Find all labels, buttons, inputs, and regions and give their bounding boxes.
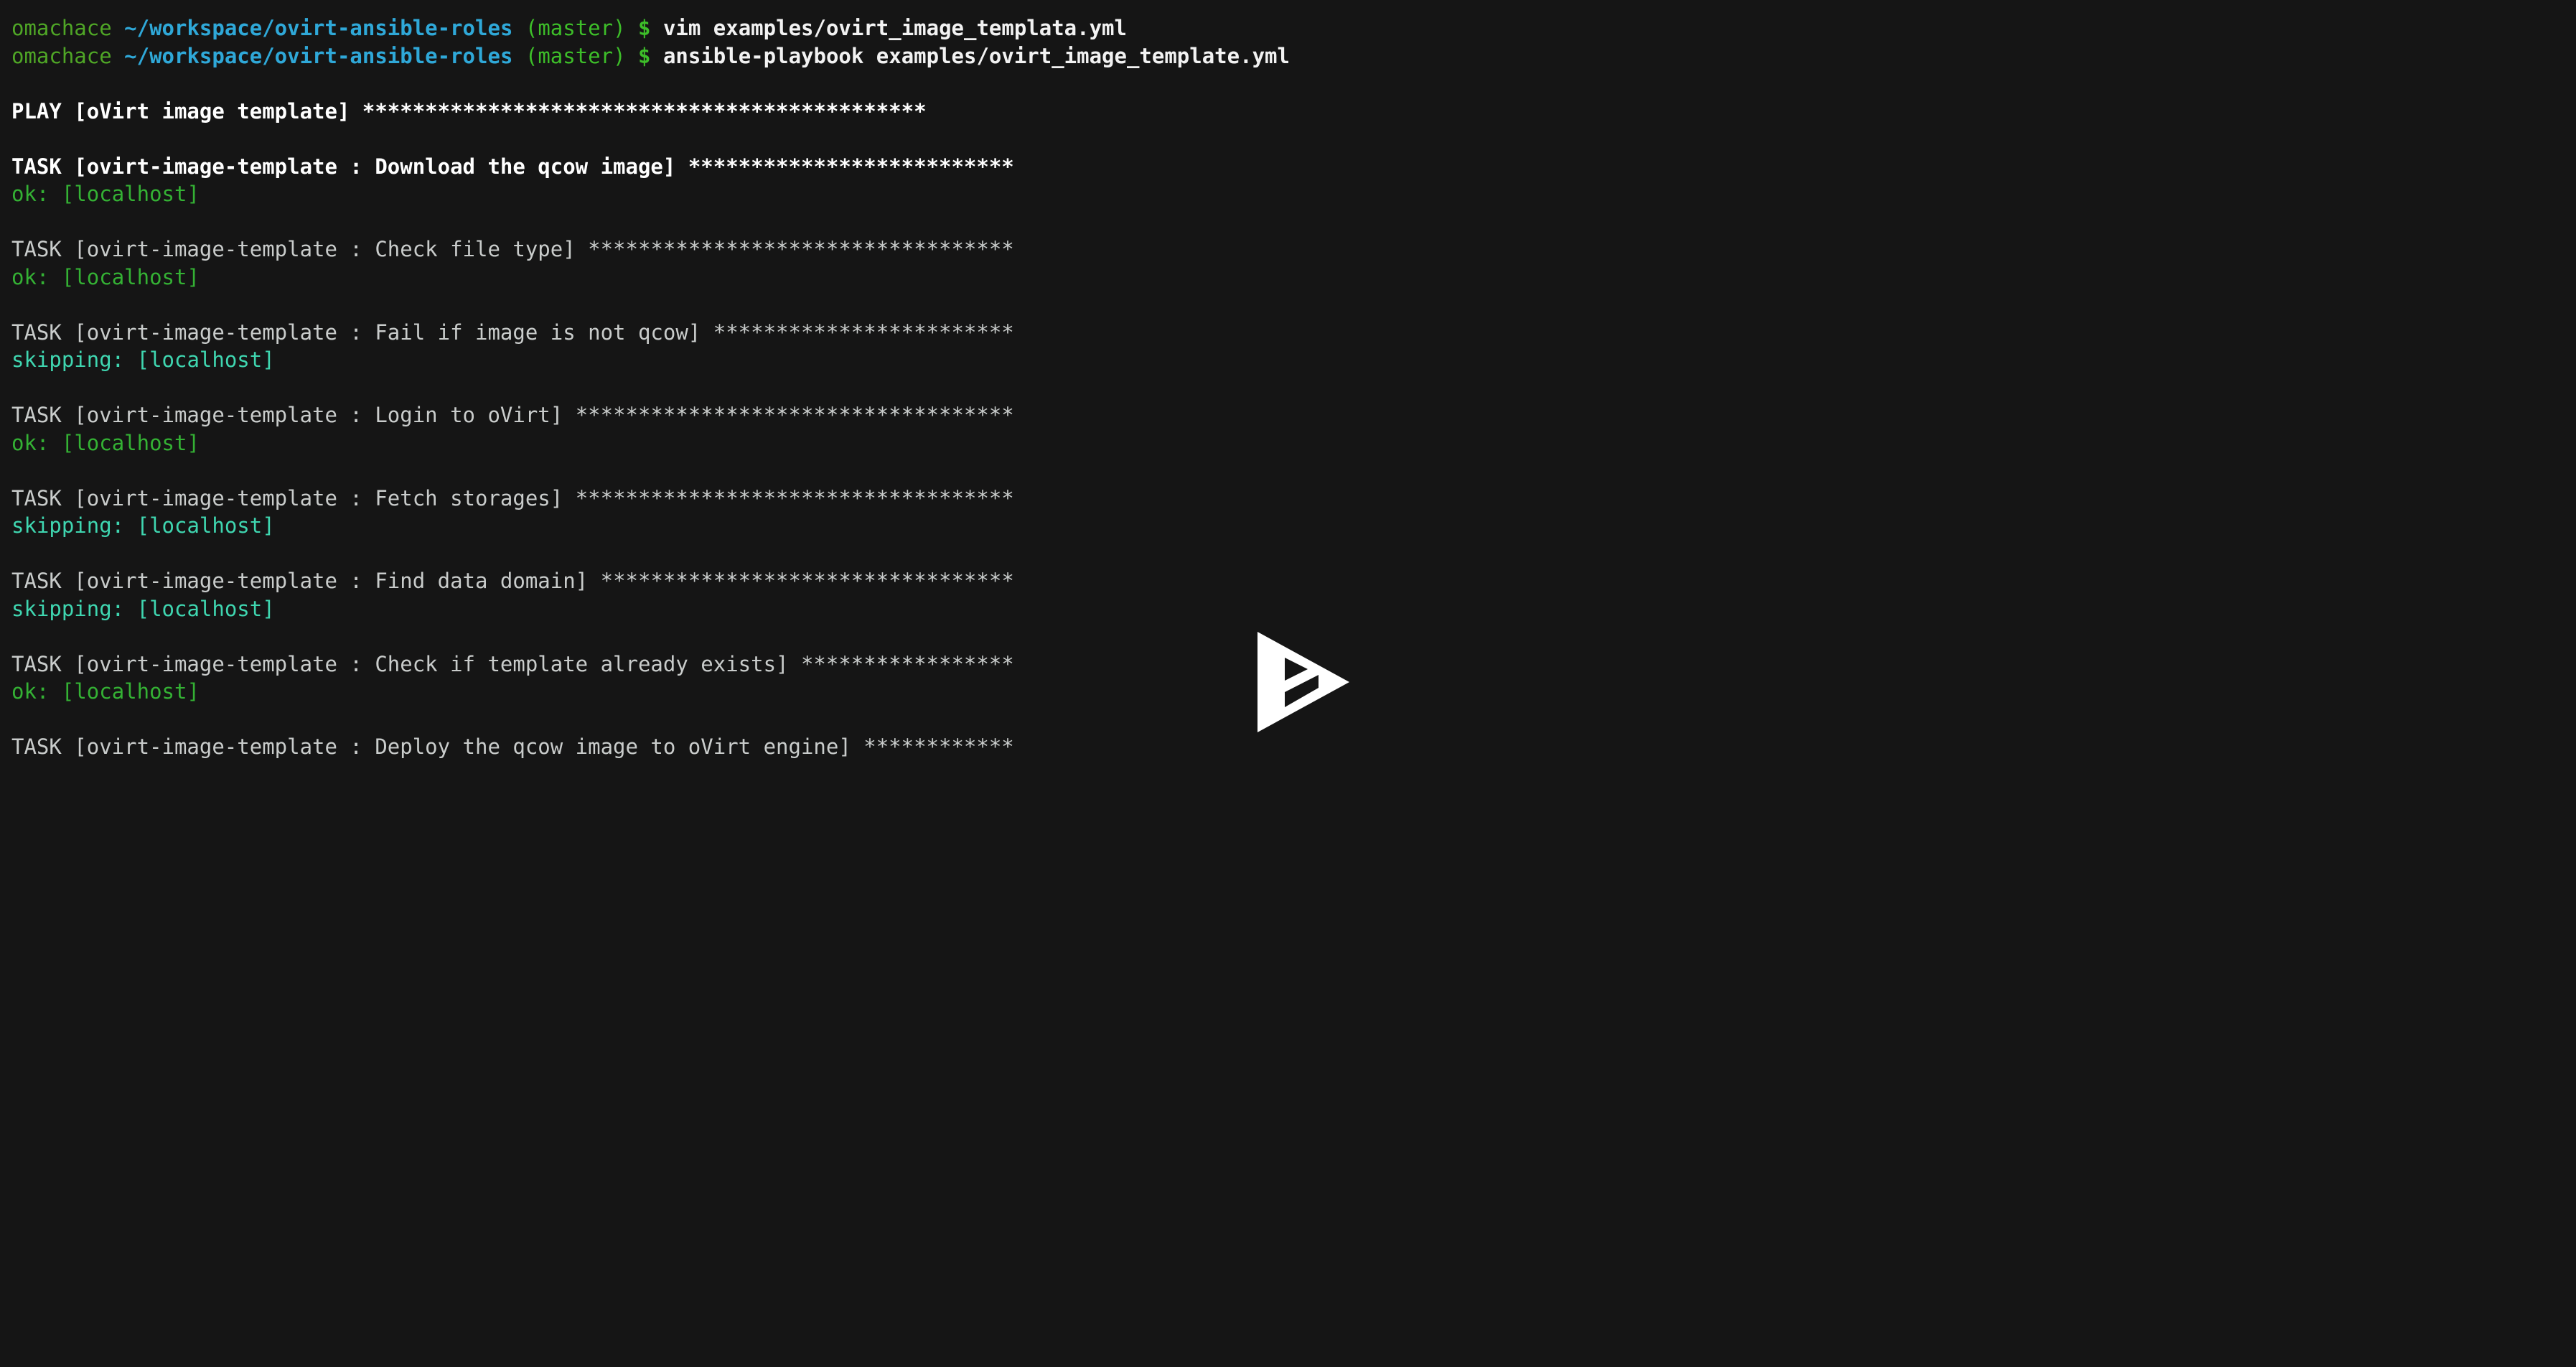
task-header-label: TASK [ovirt-image-template : Check if te… xyxy=(11,651,801,676)
task-header-line: TASK [ovirt-image-template : Deploy the … xyxy=(11,733,2576,761)
prompt-username: omachace xyxy=(11,16,112,40)
prompt-path: ~/workspace/ovirt-ansible-roles xyxy=(124,43,513,68)
task-header-line: TASK [ovirt-image-template : Login to oV… xyxy=(11,401,2576,429)
status-space xyxy=(124,513,136,538)
task-header-line: TASK [ovirt-image-template : Find data d… xyxy=(11,567,2576,595)
command-ansible-playbook: ansible-playbook examples/ovirt_image_te… xyxy=(662,43,1290,68)
task-header-stars: ***************** xyxy=(800,651,1014,676)
prompt-space-4 xyxy=(651,44,663,68)
prompt-git-branch: (master) xyxy=(525,16,626,40)
prompt-space-1 xyxy=(112,16,124,40)
task-status-host: [localhost] xyxy=(136,513,275,538)
prompt-username: omachace xyxy=(11,43,112,68)
task-status-label: skipping: xyxy=(11,596,125,621)
prompt-space-3 xyxy=(626,16,638,40)
task-header-label: TASK [ovirt-image-template : Fail if ima… xyxy=(11,319,713,345)
task-header-stars: ************************** xyxy=(688,154,1014,179)
status-space xyxy=(124,597,136,621)
task-header-stars: *********************************** xyxy=(575,403,1014,427)
play-header-label: PLAY [oVirt image template] xyxy=(11,98,362,123)
prompt-path: ~/workspace/ovirt-ansible-roles xyxy=(124,16,513,40)
terminal-screen: omachace ~/workspace/ovirt-ansible-roles… xyxy=(0,0,2576,1367)
task-header-stars: ********************************** xyxy=(588,237,1014,261)
play-header-line: PLAY [oVirt image template] ************… xyxy=(11,98,2576,126)
task-status-label: skipping: xyxy=(11,347,125,372)
task-header-line: TASK [ovirt-image-template : Fetch stora… xyxy=(11,485,2576,513)
task-status-label: ok: xyxy=(11,679,50,704)
status-space xyxy=(124,347,136,372)
prompt-space-3 xyxy=(626,44,638,68)
prompt-symbol: $ xyxy=(638,16,651,40)
task-status-line: skipping: [localhost] xyxy=(11,512,2576,540)
prompt-git-branch: (master) xyxy=(525,43,626,68)
task-header-line: TASK [ovirt-image-template : Fail if ima… xyxy=(11,319,2576,347)
status-space xyxy=(49,431,61,455)
task-header-stars: ************ xyxy=(863,734,1014,759)
play-button[interactable] xyxy=(1257,632,1349,732)
play-header-stars: ****************************************… xyxy=(362,98,927,123)
status-space xyxy=(49,265,61,289)
task-status-host: [localhost] xyxy=(136,347,275,372)
task-header-label: TASK [ovirt-image-template : Download th… xyxy=(11,154,688,179)
task-status-label: skipping: xyxy=(11,513,125,538)
status-space xyxy=(49,679,61,704)
prompt-line-vim: omachace ~/workspace/ovirt-ansible-roles… xyxy=(11,14,2576,42)
prompt-space-2 xyxy=(512,44,525,68)
task-header-stars: ********************************* xyxy=(600,569,1014,593)
task-status-line: ok: [localhost] xyxy=(11,263,2576,291)
task-status-label: ok: xyxy=(11,430,50,455)
command-vim: vim examples/ovirt_image_templata.yml xyxy=(662,16,1127,40)
task-status-line: skipping: [localhost] xyxy=(11,595,2576,623)
task-status-host: [localhost] xyxy=(61,430,200,455)
prompt-space-1 xyxy=(112,44,124,68)
task-header-stars: ************************ xyxy=(713,319,1014,345)
task-header-line: TASK [ovirt-image-template : Download th… xyxy=(11,153,2576,181)
task-header-label: TASK [ovirt-image-template : Deploy the … xyxy=(11,734,864,759)
task-header-line: TASK [ovirt-image-template : Check file … xyxy=(11,235,2576,263)
task-status-label: ok: xyxy=(11,182,50,206)
prompt-symbol: $ xyxy=(638,43,651,68)
task-status-host: [localhost] xyxy=(136,596,275,621)
play-triangle-icon xyxy=(1257,632,1349,732)
task-header-label: TASK [ovirt-image-template : Find data d… xyxy=(11,569,601,593)
prompt-space-4 xyxy=(651,16,663,40)
status-space xyxy=(49,182,61,206)
task-status-host: [localhost] xyxy=(61,182,200,206)
task-header-label: TASK [ovirt-image-template : Check file … xyxy=(11,237,589,261)
task-status-line: ok: [localhost] xyxy=(11,180,2576,208)
task-header-label: TASK [ovirt-image-template : Fetch stora… xyxy=(11,485,576,510)
task-status-line: skipping: [localhost] xyxy=(11,346,2576,374)
prompt-space-2 xyxy=(512,16,525,40)
task-status-host: [localhost] xyxy=(61,264,200,289)
prompt-line-ansible-playbook: omachace ~/workspace/ovirt-ansible-roles… xyxy=(11,42,2576,70)
task-status-line: ok: [localhost] xyxy=(11,429,2576,457)
task-header-label: TASK [ovirt-image-template : Login to oV… xyxy=(11,403,576,427)
task-status-host: [localhost] xyxy=(61,679,200,704)
task-header-stars: *********************************** xyxy=(575,485,1014,510)
task-status-label: ok: xyxy=(11,264,50,289)
